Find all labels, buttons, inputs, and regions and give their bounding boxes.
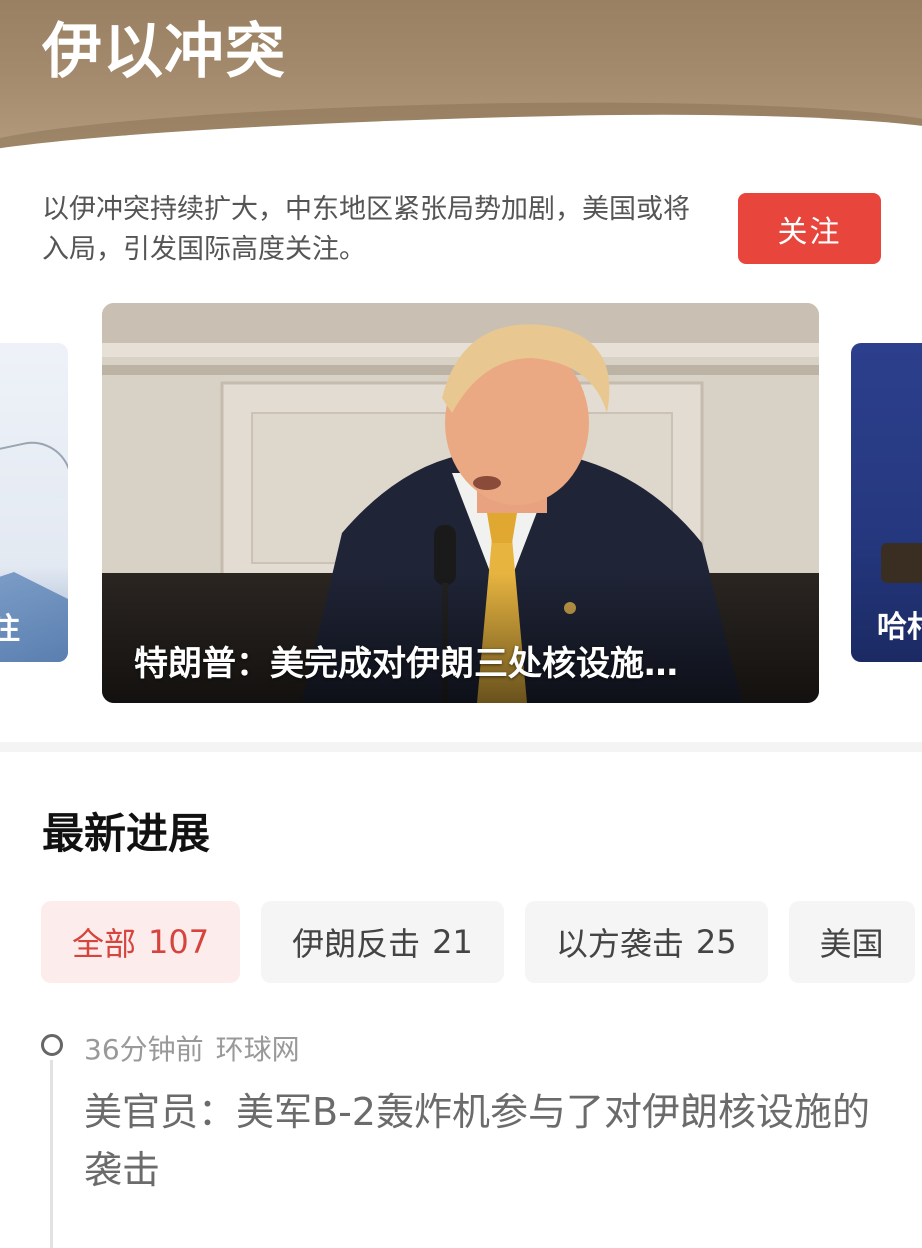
topic-description: 以伊冲突持续扩大，中东地区紧张局势加剧，美国或将入局，引发国际高度关注。	[42, 194, 690, 265]
filter-chip-label: 全部	[72, 925, 137, 963]
section-title-latest: 最新进展	[42, 809, 211, 858]
timeline-headline[interactable]: 美官员：美军B-2轰炸机参与了对伊朗核设施的袭击	[84, 1083, 874, 1199]
filter-chip-label: 美国	[819, 925, 884, 963]
podium-shape	[881, 543, 922, 583]
filter-chip-usa[interactable]: 美国	[788, 901, 915, 983]
topic-page: 伊以冲突 以伊冲突持续扩大，中东地区紧张局势加剧，美国或将入局，引发国际高度关注…	[0, 0, 922, 1248]
map-border-line	[0, 434, 68, 512]
filter-chip-iran-counterattack[interactable]: 伊朗反击 21	[261, 901, 504, 983]
carousel-card-prev[interactable]: 注	[0, 343, 68, 662]
timeline-line	[50, 1060, 53, 1248]
filter-chip-label: 伊朗反击	[292, 925, 421, 963]
filter-chip-israel-strikes[interactable]: 以方袭击 25	[524, 901, 768, 983]
timeline-time: 36分钟前	[84, 1033, 204, 1066]
filter-chip-bar: 全部 107 伊朗反击 21 以方袭击 25 美国	[41, 901, 915, 983]
carousel-prev-caption: 注	[0, 612, 20, 647]
carousel-next-caption: 哈村	[877, 610, 922, 645]
carousel-card-next[interactable]: 哈村	[851, 343, 922, 662]
topic-title: 伊以冲突	[42, 17, 286, 87]
header-wave-decoration	[0, 93, 922, 155]
follow-button[interactable]: 关注	[738, 193, 881, 264]
filter-chip-all[interactable]: 全部 107	[41, 901, 241, 983]
filter-chip-count: 107	[148, 923, 210, 961]
timeline-dot	[41, 1034, 63, 1056]
timeline-source: 环球网	[215, 1033, 300, 1066]
carousel-main-caption: 特朗普：美完成对伊朗三处核设施…	[134, 644, 678, 684]
timeline-meta: 36分钟前 环球网	[84, 1028, 300, 1068]
filter-chip-count: 25	[695, 923, 737, 961]
section-divider	[0, 742, 922, 752]
filter-chip-label: 以方袭击	[555, 925, 684, 963]
carousel-card-main[interactable]: 特朗普：美完成对伊朗三处核设施…	[102, 303, 819, 703]
topic-header-banner: 伊以冲突	[0, 0, 922, 160]
filter-chip-count: 21	[432, 923, 473, 961]
